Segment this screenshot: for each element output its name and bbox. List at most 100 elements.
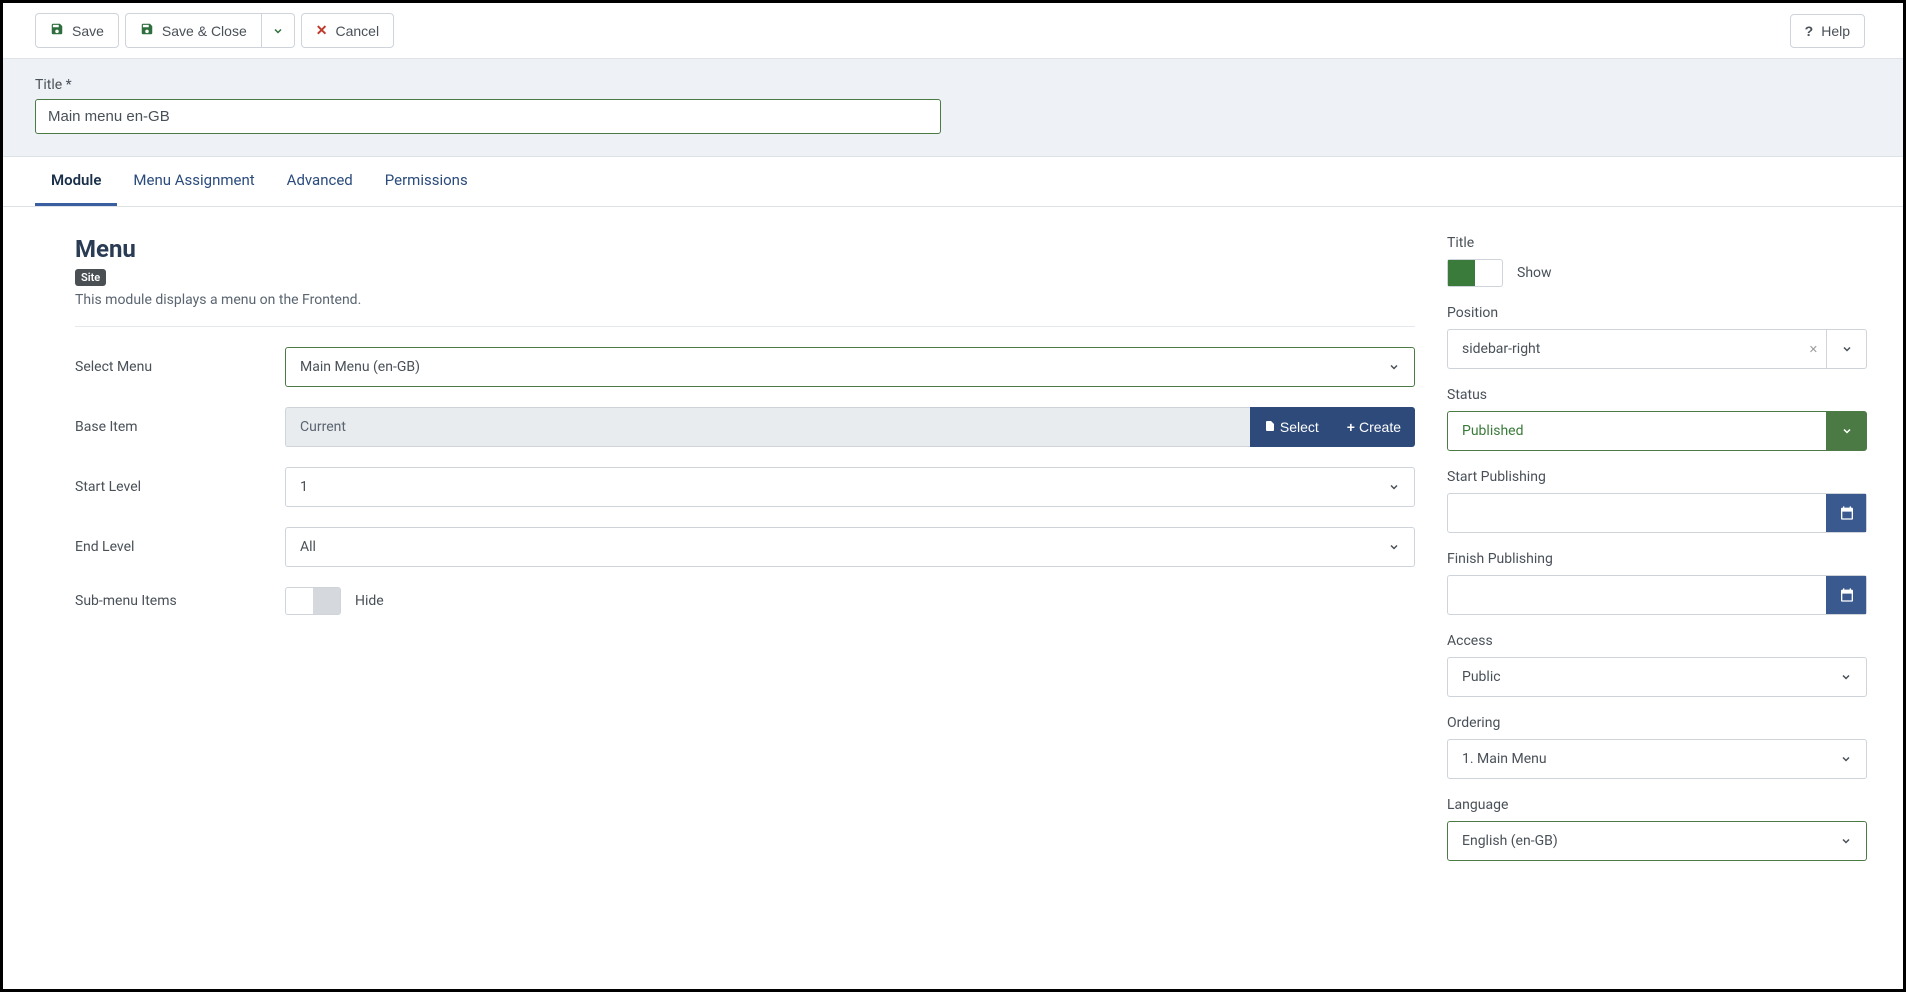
title-toggle[interactable] bbox=[1447, 259, 1503, 287]
row-end-level: End Level All bbox=[39, 527, 1415, 567]
content: Menu Site This module displays a menu on… bbox=[3, 207, 1903, 907]
end-level-value: All bbox=[286, 539, 1374, 555]
cancel-icon: ✕ bbox=[316, 22, 328, 39]
tab-menu-assignment[interactable]: Menu Assignment bbox=[117, 157, 270, 206]
help-button[interactable]: ? Help bbox=[1790, 14, 1865, 48]
label-status: Status bbox=[1447, 387, 1867, 403]
label-start-publishing: Start Publishing bbox=[1447, 469, 1867, 485]
label-language: Language bbox=[1447, 797, 1867, 813]
access-value: Public bbox=[1448, 669, 1826, 685]
position-value: sidebar-right bbox=[1448, 341, 1801, 357]
row-select-menu: Select Menu Main Menu (en-GB) bbox=[39, 347, 1415, 387]
language-value: English (en-GB) bbox=[1448, 833, 1826, 849]
save-icon bbox=[50, 22, 64, 39]
calendar-icon[interactable] bbox=[1826, 494, 1866, 532]
tab-permissions[interactable]: Permissions bbox=[369, 157, 484, 206]
chevron-down-icon bbox=[1374, 348, 1414, 386]
chevron-down-icon bbox=[1374, 468, 1414, 506]
chevron-down-icon bbox=[1826, 330, 1866, 368]
save-button[interactable]: Save bbox=[35, 13, 119, 48]
main-column: Menu Site This module displays a menu on… bbox=[39, 235, 1415, 879]
language-dropdown[interactable]: English (en-GB) bbox=[1447, 821, 1867, 861]
save-close-button[interactable]: Save & Close bbox=[125, 13, 262, 48]
switch-knob bbox=[1448, 260, 1475, 286]
chevron-down-icon bbox=[1826, 412, 1866, 450]
switch-knob bbox=[313, 588, 340, 614]
cancel-button[interactable]: ✕ Cancel bbox=[301, 13, 394, 48]
row-submenu: Sub-menu Items Hide bbox=[39, 587, 1415, 615]
start-level-value: 1 bbox=[286, 479, 1374, 495]
label-end-level: End Level bbox=[75, 539, 285, 555]
submenu-value: Hide bbox=[355, 593, 384, 609]
access-dropdown[interactable]: Public bbox=[1447, 657, 1867, 697]
toolbar: Save Save & Close ✕ Cancel ? Help bbox=[3, 3, 1903, 59]
title-toggle-value: Show bbox=[1517, 265, 1552, 281]
start-level-dropdown[interactable]: 1 bbox=[285, 467, 1415, 507]
module-heading: Menu bbox=[39, 235, 1415, 263]
save-close-group: Save & Close bbox=[125, 13, 295, 48]
side-column: Title Show Position sidebar-right ✕ Stat… bbox=[1447, 235, 1867, 879]
group-access: Access Public bbox=[1447, 633, 1867, 697]
title-label: Title * bbox=[35, 77, 1871, 93]
group-title-toggle: Title Show bbox=[1447, 235, 1867, 287]
finish-publishing-input[interactable] bbox=[1447, 575, 1867, 615]
file-icon bbox=[1264, 419, 1276, 436]
group-ordering: Ordering 1. Main Menu bbox=[1447, 715, 1867, 779]
row-start-level: Start Level 1 bbox=[39, 467, 1415, 507]
site-badge: Site bbox=[75, 269, 106, 286]
chevron-down-icon bbox=[1374, 528, 1414, 566]
module-description: This module displays a menu on the Front… bbox=[75, 292, 1415, 308]
base-item-value: Current bbox=[300, 419, 346, 435]
status-value: Published bbox=[1448, 423, 1826, 439]
save-dropdown-toggle[interactable] bbox=[262, 13, 295, 48]
save-label: Save bbox=[72, 23, 104, 39]
base-item-create-button[interactable]: + Create bbox=[1333, 407, 1415, 447]
calendar-icon[interactable] bbox=[1826, 576, 1866, 614]
clear-icon[interactable]: ✕ bbox=[1801, 343, 1826, 356]
select-menu-value: Main Menu (en-GB) bbox=[286, 359, 1374, 375]
ordering-value: 1. Main Menu bbox=[1448, 751, 1826, 767]
row-base-item: Base Item Current Select + Create bbox=[39, 407, 1415, 447]
group-finish-publishing: Finish Publishing bbox=[1447, 551, 1867, 615]
position-dropdown[interactable]: sidebar-right ✕ bbox=[1447, 329, 1867, 369]
label-access: Access bbox=[1447, 633, 1867, 649]
ordering-dropdown[interactable]: 1. Main Menu bbox=[1447, 739, 1867, 779]
save-close-label: Save & Close bbox=[162, 23, 247, 39]
group-language: Language English (en-GB) bbox=[1447, 797, 1867, 861]
select-label: Select bbox=[1280, 419, 1319, 435]
label-select-menu: Select Menu bbox=[75, 359, 285, 375]
label-title-toggle: Title bbox=[1447, 235, 1867, 251]
title-block: Title * bbox=[3, 59, 1903, 157]
title-input[interactable] bbox=[35, 99, 941, 134]
base-item-input: Current bbox=[285, 407, 1250, 447]
tab-advanced[interactable]: Advanced bbox=[271, 157, 369, 206]
status-dropdown[interactable]: Published bbox=[1447, 411, 1867, 451]
label-base-item: Base Item bbox=[75, 419, 285, 435]
group-position: Position sidebar-right ✕ bbox=[1447, 305, 1867, 369]
label-submenu: Sub-menu Items bbox=[75, 593, 285, 609]
start-publishing-input[interactable] bbox=[1447, 493, 1867, 533]
tab-module[interactable]: Module bbox=[35, 157, 117, 206]
cancel-label: Cancel bbox=[335, 23, 379, 39]
label-finish-publishing: Finish Publishing bbox=[1447, 551, 1867, 567]
tabs: Module Menu Assignment Advanced Permissi… bbox=[3, 157, 1903, 207]
help-icon: ? bbox=[1805, 23, 1814, 39]
label-position: Position bbox=[1447, 305, 1867, 321]
end-level-dropdown[interactable]: All bbox=[285, 527, 1415, 567]
label-ordering: Ordering bbox=[1447, 715, 1867, 731]
chevron-down-icon bbox=[272, 25, 284, 37]
group-start-publishing: Start Publishing bbox=[1447, 469, 1867, 533]
chevron-down-icon bbox=[1826, 658, 1866, 696]
chevron-down-icon bbox=[1826, 822, 1866, 860]
select-menu-dropdown[interactable]: Main Menu (en-GB) bbox=[285, 347, 1415, 387]
create-label: Create bbox=[1359, 419, 1401, 435]
save-icon bbox=[140, 22, 154, 39]
submenu-toggle[interactable] bbox=[285, 587, 341, 615]
plus-icon: + bbox=[1347, 419, 1355, 435]
label-start-level: Start Level bbox=[75, 479, 285, 495]
group-status: Status Published bbox=[1447, 387, 1867, 451]
help-label: Help bbox=[1821, 23, 1850, 39]
divider bbox=[75, 326, 1415, 327]
base-item-select-button[interactable]: Select bbox=[1250, 407, 1333, 447]
chevron-down-icon bbox=[1826, 740, 1866, 778]
